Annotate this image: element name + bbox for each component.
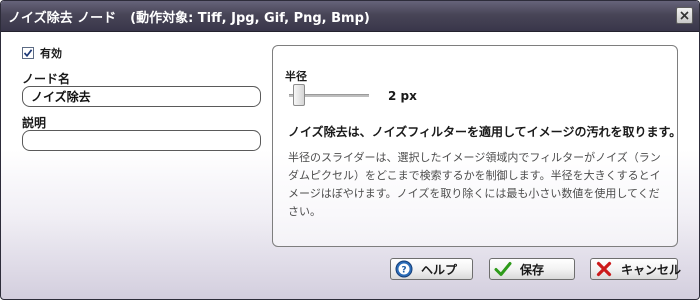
close-icon [680, 11, 689, 20]
save-check-icon [494, 260, 512, 278]
checkmark-icon [23, 49, 33, 58]
save-button[interactable]: 保存 [489, 258, 575, 280]
enabled-label: 有効 [40, 47, 62, 60]
node-name-label: ノード名 [22, 72, 71, 86]
filter-description: 半径のスライダーは、選択したイメージ領域内でフィルターがノイズ（ランダムピクセル… [288, 151, 661, 218]
title-bar: ノイズ除去 ノード (動作対象: Tiff, Jpg, Gif, Png, Bmp… [1, 1, 699, 32]
help-button[interactable]: ? ヘルプ [390, 258, 473, 280]
radius-slider-thumb[interactable] [293, 84, 306, 106]
filter-settings-panel: 半径 2 px ノイズ除去は、ノイズフィルターを適用してイメージの汚れを取ります… [272, 45, 682, 247]
dialog-window: ノイズ除去 ノード (動作対象: Tiff, Jpg, Gif, Png, Bmp… [0, 0, 700, 300]
help-icon: ? [395, 260, 413, 278]
description-label: 説明 [22, 116, 47, 130]
svg-text:?: ? [401, 266, 406, 276]
enabled-row: 有効 [22, 45, 62, 61]
save-label: 保存 [520, 262, 545, 277]
window-title: ノイズ除去 ノード (動作対象: Tiff, Jpg, Gif, Png, Bmp… [8, 7, 370, 26]
description-field[interactable] [22, 130, 261, 151]
help-label: ヘルプ [421, 262, 458, 277]
cancel-x-icon [595, 260, 613, 278]
node-name-field[interactable] [22, 86, 261, 107]
radius-value: 2 px [388, 89, 417, 103]
window-title-text: ノイズ除去 ノード [8, 11, 117, 26]
cancel-button[interactable]: キャンセル [590, 258, 682, 280]
radius-label: 半径 [285, 70, 307, 83]
window-subtitle-text: (動作対象: Tiff, Jpg, Gif, Png, Bmp) [130, 11, 370, 26]
close-button[interactable] [676, 7, 693, 24]
cancel-label: キャンセル [621, 262, 682, 277]
filter-heading: ノイズ除去は、ノイズフィルターを適用してイメージの汚れを取ります。 [288, 125, 682, 139]
enabled-checkbox[interactable] [22, 47, 34, 59]
